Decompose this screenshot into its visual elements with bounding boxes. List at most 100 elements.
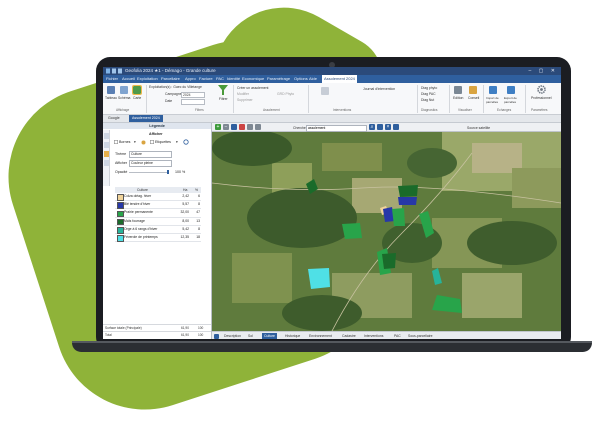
menu-exploitation[interactable]: Exploitation: [137, 75, 158, 83]
tab-interventions[interactable]: Interventions: [362, 333, 385, 339]
legend-row[interactable]: Colza oléag. hiver 2,42 6: [115, 193, 201, 202]
menu-aide[interactable]: Aide: [309, 75, 317, 83]
date-input[interactable]: [181, 98, 205, 105]
tab-description[interactable]: Description: [222, 333, 243, 339]
view-carte-label[interactable]: Carte: [133, 96, 141, 100]
menu-parcellaire[interactable]: Parcellaire: [161, 75, 180, 83]
dropdown-caret-icon[interactable]: ▾: [176, 140, 178, 144]
strip-tab-icon[interactable]: [103, 142, 109, 148]
checkbox-icon[interactable]: [150, 140, 154, 144]
quick-access-icons[interactable]: [106, 68, 122, 74]
tab-cadastre[interactable]: Cadastre: [340, 333, 358, 339]
map-search-input[interactable]: assolement: [306, 124, 367, 132]
diag-pac-button[interactable]: Diag PAC: [421, 92, 436, 96]
checkbox-icon[interactable]: [114, 140, 118, 144]
map-forest: [212, 130, 292, 166]
tab-assolement-2024[interactable]: Assolement 2024: [129, 115, 163, 122]
add-icon[interactable]: +: [215, 124, 221, 130]
legend-row[interactable]: Orge à 6 rangs d'hiver 5,42 8: [115, 226, 201, 234]
afficher-select[interactable]: Couleur pleine: [129, 160, 172, 167]
view-tableau-label[interactable]: Tableau: [105, 96, 117, 100]
minus-icon[interactable]: −: [223, 124, 229, 130]
menu-options[interactable]: Options: [294, 75, 308, 83]
menu-fichier[interactable]: Fichier: [106, 75, 118, 83]
menu-accueil[interactable]: Accueil: [122, 75, 135, 83]
opacity-slider[interactable]: [129, 170, 169, 174]
campaign-select[interactable]: 2024: [181, 91, 205, 98]
printer-icon[interactable]: [454, 86, 462, 94]
menu-identite[interactable]: Identité: [227, 75, 240, 83]
delete-button[interactable]: Supprimer: [237, 98, 253, 102]
parcel-feverole[interactable]: [308, 268, 330, 289]
search-icon[interactable]: ⌕: [369, 124, 375, 130]
exploitation-label[interactable]: Exploitation(s) : Gaec du Villetange: [149, 85, 202, 89]
tab-historique[interactable]: Historique: [283, 333, 302, 339]
import-icon[interactable]: [489, 86, 497, 94]
filter-icon[interactable]: [218, 85, 228, 95]
modify-button[interactable]: Modifier: [237, 92, 249, 96]
map-view[interactable]: + − Cherche : assolement ⌕ × Source sate…: [212, 123, 561, 331]
conseil-button[interactable]: Conseil: [468, 96, 479, 100]
edition-button[interactable]: Edition: [453, 96, 463, 100]
menu-parametrage[interactable]: Paramétrage: [267, 75, 290, 83]
window-controls[interactable]: – ▢ ✕: [529, 67, 558, 75]
menu-facture[interactable]: Facture: [199, 75, 213, 83]
close-icon[interactable]: ×: [385, 124, 391, 130]
diag-phyto-button[interactable]: Diag phyto: [421, 86, 437, 90]
select-icon[interactable]: [231, 124, 237, 130]
tab-culture[interactable]: Culture: [262, 333, 277, 339]
parcel-mais-fourrage[interactable]: [382, 253, 396, 269]
parcel-prairie[interactable]: [342, 223, 362, 239]
zoom-icon[interactable]: [377, 124, 383, 130]
fit-extent-icon[interactable]: [393, 124, 399, 130]
create-assolement-button[interactable]: Créer un assolement: [237, 86, 268, 90]
parcel-mais-fourrage[interactable]: [398, 185, 418, 197]
legend-row[interactable]: Prairie permanente 32,00 47: [115, 209, 201, 218]
dropdown-caret-icon[interactable]: ▾: [134, 140, 136, 144]
settings-gear-icon[interactable]: [537, 85, 546, 94]
interventions-icon[interactable]: [321, 87, 329, 95]
satellite-map[interactable]: [212, 123, 561, 331]
legend-row[interactable]: Blé tendre d'hiver 5,57 8: [115, 201, 201, 210]
hand-icon[interactable]: [141, 140, 146, 145]
tab-environnement[interactable]: Environnement: [307, 333, 334, 339]
strip-tab-icon[interactable]: [103, 133, 109, 139]
tab-pac[interactable]: PAC: [392, 333, 403, 339]
theme-select[interactable]: Culture: [129, 151, 172, 158]
diag-nut-button[interactable]: Diag Nut: [421, 98, 434, 102]
tab-sous-parcellaire[interactable]: Sous-parcellaire: [406, 333, 435, 339]
parcel-ble-tendre[interactable]: [398, 197, 417, 205]
import-parcelles-button[interactable]: Import de parcelles: [486, 96, 504, 104]
journal-intervention-button[interactable]: Journal d'intervention: [363, 87, 395, 91]
table-view-icon[interactable]: [107, 86, 115, 94]
opacity-slider-knob[interactable]: [167, 170, 169, 174]
strip-tab-icon[interactable]: [103, 151, 109, 157]
filter-label[interactable]: Filtrer: [219, 97, 228, 101]
menu-assolement-2024[interactable]: Assolement 2024: [322, 75, 357, 83]
export-icon[interactable]: [507, 86, 515, 94]
conseil-icon[interactable]: [469, 86, 477, 94]
view-schema-label[interactable]: Schéma: [118, 96, 130, 100]
menu-pac[interactable]: PAC: [216, 75, 224, 83]
map-view-icon[interactable]: [132, 85, 142, 95]
etiquettes-toggle[interactable]: Etiquettes: [155, 140, 171, 144]
export-parcelles-button[interactable]: Export de parcelles: [504, 96, 522, 104]
menu-appro[interactable]: Appro: [185, 75, 196, 83]
map-source-label[interactable]: Source satellite: [467, 126, 490, 130]
schema-view-icon[interactable]: [120, 86, 128, 94]
grd-phyto-button[interactable]: GRD Phyto: [277, 92, 294, 96]
strip-tab-icon[interactable]: [103, 160, 109, 166]
tab-sol[interactable]: Sol: [246, 333, 255, 339]
measure-icon[interactable]: [247, 124, 253, 130]
delete-icon[interactable]: [239, 124, 245, 130]
tab-google[interactable]: Google: [105, 115, 123, 122]
legend-row[interactable]: Maïs fourrage 8,00 13: [115, 218, 201, 226]
legend-row[interactable]: Féverole de printemps 12,35 18: [115, 234, 201, 243]
nav-prev-icon[interactable]: [214, 333, 219, 339]
parcel-prairie[interactable]: [392, 208, 405, 226]
professionnel-button[interactable]: Professionnel: [531, 96, 552, 100]
copy-icon[interactable]: [255, 124, 261, 130]
menu-economique[interactable]: Economique: [242, 75, 264, 83]
refresh-icon[interactable]: [183, 139, 189, 145]
bornes-toggle[interactable]: Bornes: [119, 140, 130, 144]
